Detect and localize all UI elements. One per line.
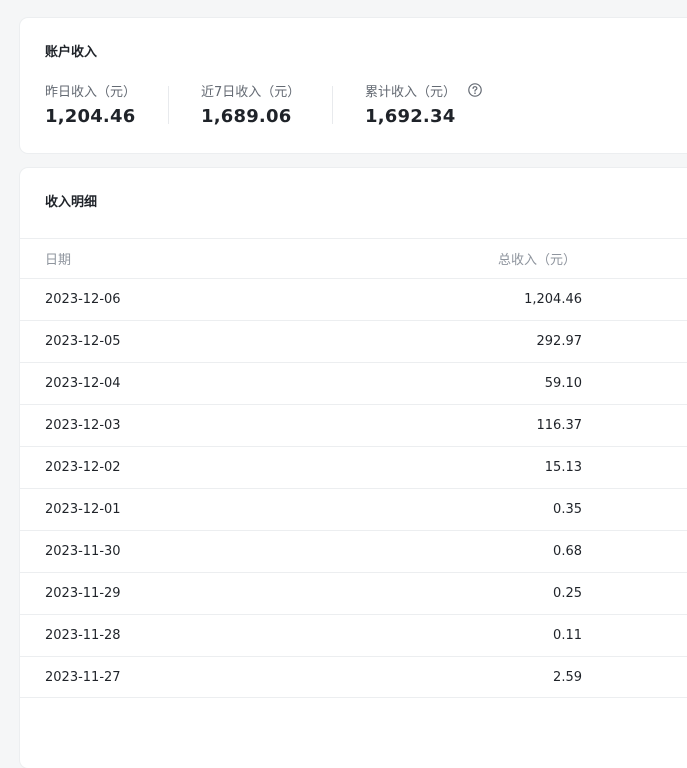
income-detail-table: 日期 总收入（元） 2023-12-06 1,204.46 2023-12-05 29… <box>20 238 687 698</box>
row-amount: 292.97 <box>536 334 583 349</box>
row-date: 2023-12-06 <box>45 292 121 307</box>
row-amount: 2.59 <box>553 669 582 685</box>
row-amount: 59.10 <box>544 376 582 391</box>
row-date: 2023-12-05 <box>45 334 121 349</box>
table-row: 2023-11-28 0.11 <box>20 614 687 656</box>
column-header-date: 日期 <box>45 253 72 268</box>
table-row: 2023-11-29 0.25 <box>20 572 687 614</box>
table-row: 2023-11-27 2.59 <box>20 656 687 698</box>
row-date: 2023-11-27 <box>45 669 121 685</box>
row-date: 2023-11-30 <box>45 544 121 559</box>
row-amount: 0.25 <box>553 586 582 601</box>
row-amount: 0.35 <box>553 502 582 517</box>
stat-yesterday-label: 昨日收入（元） <box>45 84 137 100</box>
account-income-card: 账户收入 昨日收入（元） 1,204.46 近7日收入（元） 1,689.06 … <box>20 18 687 153</box>
column-header-amount: 总收入（元） <box>497 253 576 268</box>
stat-total-label: 累计收入（元） <box>365 84 457 100</box>
table-row: 2023-12-04 59.10 <box>20 362 687 404</box>
stat-yesterday-value: 1,204.46 <box>45 106 136 127</box>
stat-total-value: 1,692.34 <box>365 106 456 127</box>
table-row: 2023-12-01 0.35 <box>20 488 687 530</box>
table-body: 2023-12-06 1,204.46 2023-12-05 292.97 2023-1… <box>20 278 687 698</box>
row-date: 2023-12-03 <box>45 418 121 433</box>
row-amount: 0.68 <box>553 544 582 559</box>
table-row: 2023-11-30 0.68 <box>20 530 687 572</box>
detail-card-title: 收入明细 <box>45 195 98 210</box>
row-date: 2023-12-01 <box>45 502 121 517</box>
income-detail-card: 收入明细 日期 总收入（元） 2023-12-06 1,204.46 2023-12… <box>20 168 687 768</box>
row-date: 2023-12-02 <box>45 460 121 475</box>
table-row: 2023-12-05 292.97 <box>20 320 687 362</box>
row-amount: 15.13 <box>544 460 582 475</box>
row-date: 2023-11-28 <box>45 628 121 643</box>
stat-divider <box>168 86 169 124</box>
stat-7day-value: 1,689.06 <box>201 106 292 127</box>
table-row: 2023-12-03 116.37 <box>20 404 687 446</box>
stat-7day-label: 近7日收入（元） <box>201 84 301 100</box>
row-amount: 116.37 <box>536 418 583 433</box>
stat-total-income: 累计收入（元） 1,692.34 <box>365 81 482 127</box>
stat-yesterday-income: 昨日收入（元） 1,204.46 <box>45 81 137 128</box>
row-amount: 0.11 <box>553 628 582 643</box>
stat-total-label-row: 累计收入（元） <box>365 81 482 100</box>
table-row: 2023-12-02 15.13 <box>20 446 687 488</box>
help-circle-icon[interactable] <box>468 83 482 97</box>
table-row: 2023-12-06 1,204.46 <box>20 278 687 320</box>
row-amount: 1,204.46 <box>524 292 582 307</box>
income-card-title: 账户收入 <box>45 45 98 60</box>
stat-7day-income: 近7日收入（元） 1,689.06 <box>201 81 301 128</box>
row-date: 2023-12-04 <box>45 376 121 391</box>
stat-divider <box>332 86 333 124</box>
table-header-row: 日期 总收入（元） <box>20 238 687 278</box>
row-date: 2023-11-29 <box>45 586 121 601</box>
